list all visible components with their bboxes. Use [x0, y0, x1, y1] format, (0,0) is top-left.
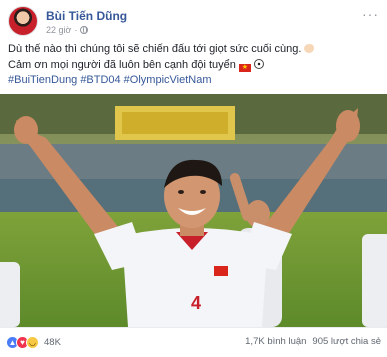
post-meta: 22 giờ · [46, 25, 89, 35]
post-time[interactable]: 22 giờ [46, 25, 71, 35]
flexed-biceps-icon [304, 44, 315, 53]
hashtags: #BuiTienDung #BTD04 #OlympicVietNam [8, 73, 380, 89]
vietnam-flag-icon: ★ [238, 63, 251, 72]
post-text-line-1: Dù thế nào thì chúng tôi sẽ chiến đấu tớ… [8, 43, 302, 55]
player-eye-right [200, 190, 206, 194]
comments-count-link[interactable]: 1,7K bình luận [245, 336, 306, 347]
post-text-line-2: Cảm ơn mọi người đã luôn bên cạnh đội tu… [8, 58, 236, 71]
reaction-count: 48K [44, 337, 61, 348]
hashtag-link[interactable]: #OlympicVietNam [124, 74, 212, 86]
author-name[interactable]: Bùi Tiến Dũng [46, 9, 127, 23]
player-left-hand [14, 116, 38, 144]
left-player-body [0, 262, 20, 327]
facebook-post: Bùi Tiến Dũng 22 giờ · ··· Dù thế nào th… [0, 0, 387, 357]
post-text-line: Cảm ơn mọi người đã luôn bên cạnh đội tu… [8, 58, 380, 74]
engagement-counts: 1,7K bình luận 905 lượt chia sẻ [245, 336, 381, 347]
jersey-number: 4 [191, 293, 201, 313]
scoreboard-panel [122, 112, 228, 134]
shares-count-link[interactable]: 905 lượt chia sẻ [312, 336, 381, 347]
hashtag-link[interactable]: #BuiTienDung [8, 74, 77, 86]
post-photo[interactable]: 4 [0, 94, 387, 327]
post-footer: ▲ ♥ ◡ 48K 1,7K bình luận 905 lượt chia s… [0, 327, 387, 357]
post-text: Dù thế nào thì chúng tôi sẽ chiến đấu tớ… [8, 42, 380, 89]
jersey-flag [214, 266, 228, 276]
globe-icon [80, 26, 89, 34]
reactions-summary[interactable]: ▲ ♥ ◡ 48K [6, 336, 61, 349]
post-header: Bùi Tiến Dũng 22 giờ · ··· [0, 0, 387, 40]
haha-reaction-icon: ◡ [26, 336, 39, 349]
author-avatar[interactable] [8, 6, 38, 36]
post-text-line: Dù thế nào thì chúng tôi sẽ chiến đấu tớ… [8, 42, 380, 58]
player-right-hand [336, 110, 360, 142]
player-eye-left [178, 190, 184, 194]
hashtag-link[interactable]: #BTD04 [80, 74, 120, 86]
soccer-ball-icon [253, 58, 264, 69]
more-options-button[interactable]: ··· [362, 6, 379, 22]
right-player-body [362, 234, 387, 327]
separator-dot: · [74, 25, 78, 35]
photo-illustration: 4 [0, 94, 387, 327]
